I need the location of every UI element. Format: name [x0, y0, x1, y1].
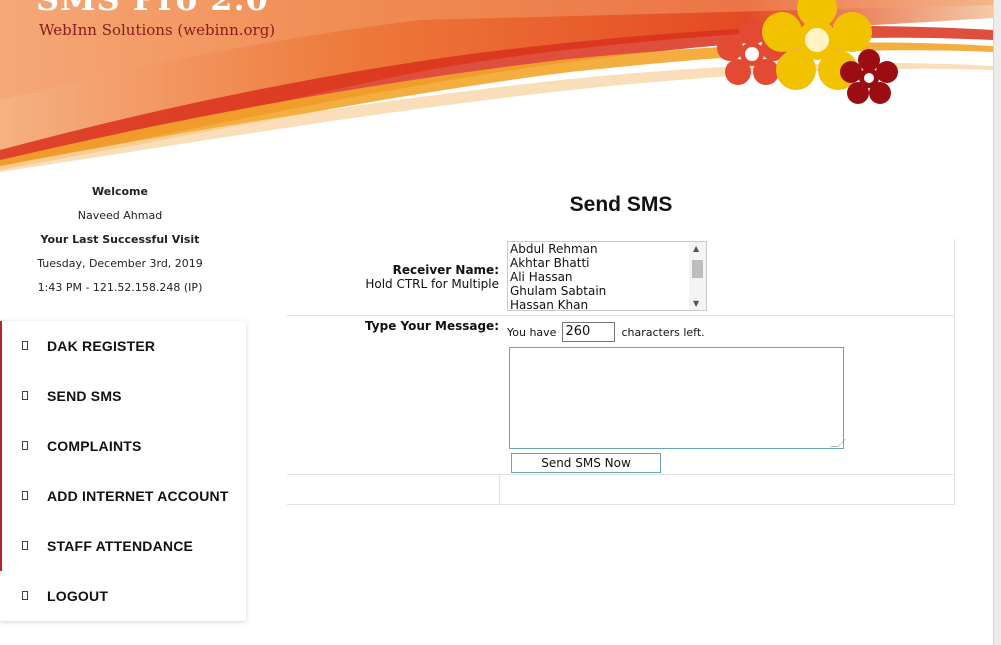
- menu-item-icon: [22, 441, 28, 450]
- menu-item-icon: [22, 341, 28, 350]
- row-divider: [287, 504, 955, 505]
- sidebar-item-label: STAFF ATTENDANCE: [47, 538, 194, 554]
- sidebar-item-label: DAK REGISTER: [47, 338, 156, 354]
- sidebar-item-send-sms[interactable]: SEND SMS: [0, 371, 246, 421]
- receiver-select[interactable]: Abdul Rehman Akhtar Bhatti Ali Hassan Gh…: [507, 241, 707, 311]
- send-sms-button[interactable]: Send SMS Now: [511, 453, 661, 473]
- last-visit-label: Your Last Successful Visit: [40, 233, 200, 246]
- window-scrollbar[interactable]: [993, 0, 1001, 645]
- welcome-greeting: Welcome: [92, 185, 148, 198]
- user-name: Naveed Ahmad: [77, 209, 163, 222]
- sidebar-item-label: SEND SMS: [47, 388, 122, 404]
- row-divider: [287, 474, 955, 475]
- receiver-option[interactable]: Ghulam Sabtain: [508, 284, 706, 298]
- chars-suffix: characters left.: [621, 325, 705, 339]
- receiver-option[interactable]: Hassan Khan: [508, 298, 706, 310]
- sidebar-item-label: ADD INTERNET ACCOUNT: [47, 488, 229, 504]
- receiver-option[interactable]: Abdul Rehman: [508, 242, 706, 256]
- chars-prefix: You have: [507, 325, 557, 339]
- scrollbar-thumb[interactable]: [692, 260, 703, 278]
- message-label: Type Your Message:: [365, 319, 499, 333]
- menu-item-icon: [22, 541, 28, 550]
- welcome-panel: Welcome Naveed Ahmad Your Last Successfu…: [0, 180, 240, 300]
- page: SMS Pro 2.0 WebInn Solutions (webinn.org…: [0, 0, 1001, 645]
- receiver-label: Receiver Name:: [392, 263, 499, 277]
- app-subtitle: WebInn Solutions (webinn.org): [39, 21, 276, 39]
- chars-left-counter[interactable]: 260: [562, 322, 616, 342]
- receiver-scrollbar[interactable]: ▲ ▼: [689, 242, 706, 310]
- scroll-down-icon[interactable]: ▼: [693, 299, 699, 308]
- sidebar-menu: DAK REGISTER SEND SMS COMPLAINTS ADD INT…: [0, 321, 246, 621]
- last-visit-date: Tuesday, December 3rd, 2019: [37, 257, 203, 270]
- menu-item-icon: [22, 391, 28, 400]
- header-banner: SMS Pro 2.0 WebInn Solutions (webinn.org…: [0, 0, 993, 172]
- sidebar-item-dak-register[interactable]: DAK REGISTER: [0, 321, 246, 371]
- cell-divider: [954, 239, 955, 505]
- resize-grip-icon[interactable]: [830, 439, 846, 447]
- sidebar-item-logout[interactable]: LOGOUT: [0, 571, 246, 621]
- app-title: SMS Pro 2.0: [36, 0, 269, 18]
- row-divider: [287, 315, 955, 316]
- receiver-hint: Hold CTRL for Multiple: [365, 277, 499, 291]
- send-sms-form: Receiver Name: Hold CTRL for Multiple Ab…: [287, 239, 955, 505]
- scroll-up-icon[interactable]: ▲: [693, 244, 699, 253]
- menu-item-icon: [22, 491, 28, 500]
- cell-divider: [499, 474, 500, 504]
- sidebar-item-complaints[interactable]: COMPLAINTS: [0, 421, 246, 471]
- menu-item-icon: [22, 591, 28, 600]
- receiver-option[interactable]: Ali Hassan: [508, 270, 706, 284]
- sidebar-item-label: LOGOUT: [47, 588, 109, 604]
- receiver-option[interactable]: Akhtar Bhatti: [508, 256, 706, 270]
- sidebar-item-add-internet-account[interactable]: ADD INTERNET ACCOUNT: [0, 471, 246, 521]
- characters-left-row: You have 260 characters left.: [507, 322, 705, 342]
- page-title: Send SMS: [569, 193, 673, 216]
- message-textarea[interactable]: [509, 347, 846, 449]
- receiver-label-group: Receiver Name: Hold CTRL for Multiple: [365, 263, 499, 291]
- sidebar-item-label: COMPLAINTS: [47, 438, 142, 454]
- last-visit-time-ip: 1:43 PM - 121.52.158.248 (IP): [37, 281, 203, 294]
- sidebar-item-staff-attendance[interactable]: STAFF ATTENDANCE: [0, 521, 246, 571]
